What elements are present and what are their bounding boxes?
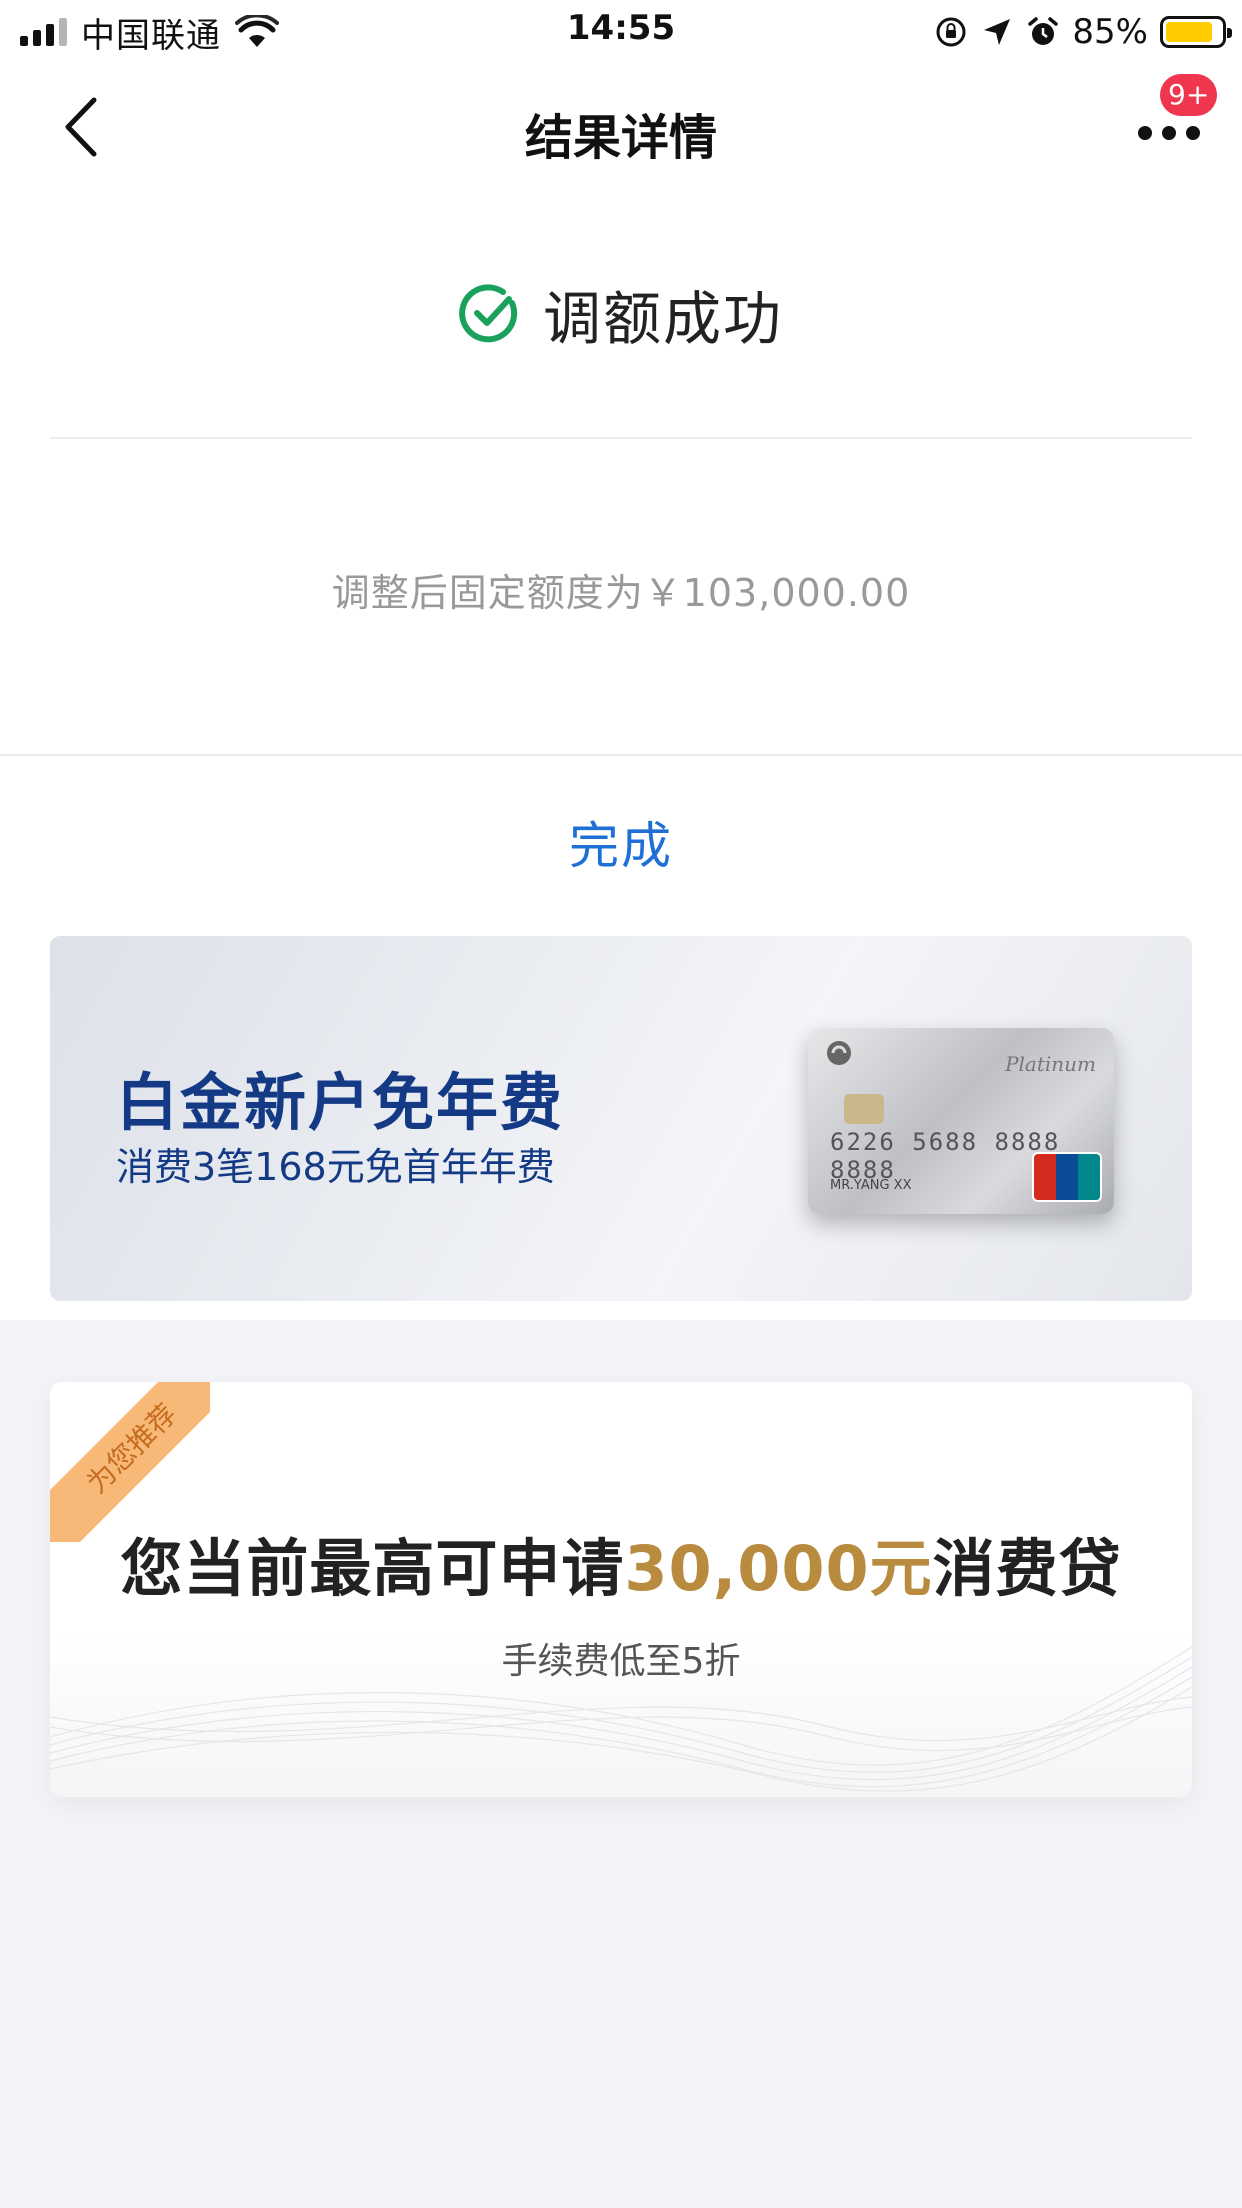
nav-bar: 结果详情 9+ [0,64,1242,192]
banner-area: 白金新户免年费 消费3笔168元免首年年费 Platinum 6226 5688… [0,936,1242,1320]
notification-badge: 9+ [1160,74,1218,116]
decorative-waves [50,1646,1192,1792]
banner-subtitle: 消费3笔168元免首年年费 [116,1145,555,1189]
location-arrow-icon [984,19,1011,45]
status-right: 85% [934,10,1232,54]
loan-offer-amount: 30,000元 [624,1532,933,1605]
page-title: 结果详情 [524,110,717,166]
battery-fill [1166,22,1212,42]
credit-card-image: Platinum 6226 5688 8888 8888 MR.YANG XX [808,1028,1114,1214]
done-button[interactable]: 完成 [0,756,1242,936]
alarm-icon [1028,17,1059,45]
card-chip [844,1094,884,1124]
result-card: 调额成功 调整后固定额度为￥103,000.00 完成 [0,192,1242,936]
divider [50,437,1192,439]
card-holder: MR.YANG XX [830,1178,912,1193]
more-dots-icon [1138,126,1200,140]
loan-offer-title: 您当前最高可申请30,000元消费贷 [50,1518,1192,1608]
loan-offer-suffix: 消费贷 [932,1532,1122,1605]
success-check-icon [459,284,518,343]
promo-banner[interactable]: 白金新户免年费 消费3笔168元免首年年费 Platinum 6226 5688… [50,936,1192,1301]
unionpay-logo [1032,1152,1102,1202]
card-platinum-label: Platinum [1005,1052,1096,1076]
new-limit-text: 调整后固定额度为￥103,000.00 [331,571,911,615]
loan-recommendation-card[interactable]: 为您推荐 您当前最高可申请30,000元消费贷 手续费低至5折 [50,1382,1192,1797]
result-title: 调额成功 [542,285,783,353]
battery-percent: 85% [1072,12,1148,52]
loan-offer-prefix: 您当前最高可申请 [120,1532,625,1605]
rotation-lock-icon [936,17,966,47]
result-header: 调额成功 [0,272,1242,356]
status-bar: 中国联通 14:55 85% [0,0,1242,64]
bank-logo-icon [827,1041,851,1065]
battery-icon [1160,16,1232,48]
banner-title: 白金新户免年费 [116,1066,565,1139]
